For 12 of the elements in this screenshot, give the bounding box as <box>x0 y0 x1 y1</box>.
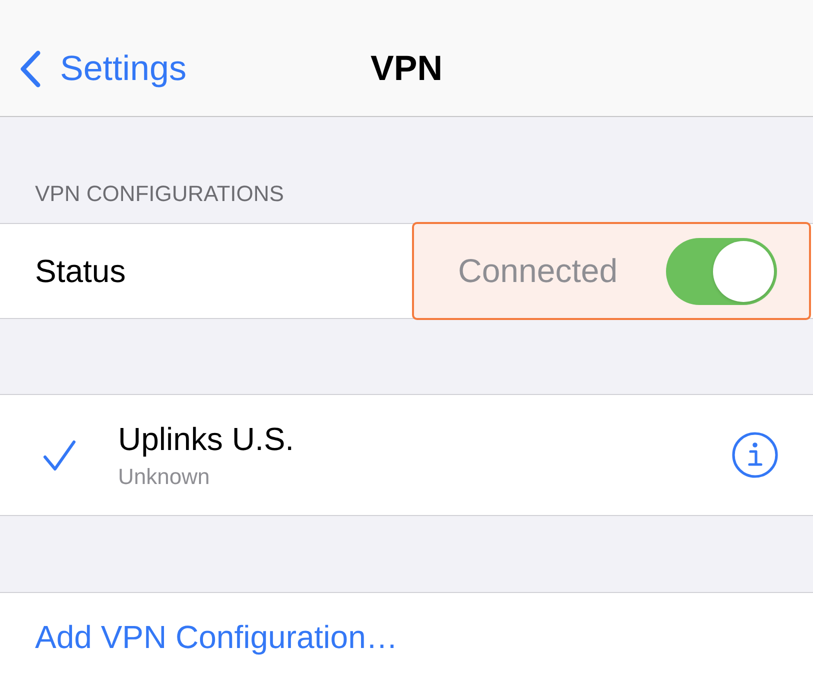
chevron-left-icon <box>18 50 42 88</box>
vpn-configuration-row[interactable]: Uplinks U.S. Unknown <box>0 394 813 516</box>
configuration-name: Uplinks U.S. <box>118 420 296 458</box>
status-label: Status <box>35 252 126 290</box>
status-value: Connected <box>458 252 618 290</box>
back-button[interactable]: Settings <box>18 49 186 89</box>
info-icon[interactable] <box>732 432 778 478</box>
configuration-status: Unknown <box>118 464 211 490</box>
add-vpn-configuration-button[interactable]: Add VPN Configuration… <box>35 619 398 656</box>
page-title: VPN <box>370 49 442 89</box>
section-header: VPN CONFIGURATIONS <box>35 181 284 207</box>
back-label: Settings <box>60 49 186 89</box>
